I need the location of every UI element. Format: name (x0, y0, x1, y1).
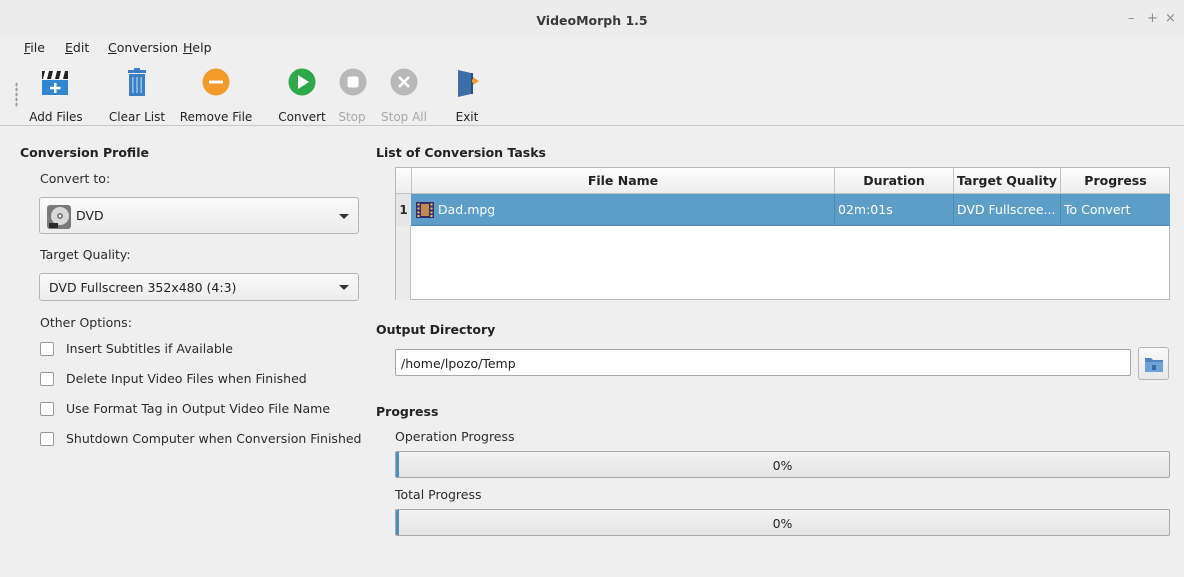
delete-input-files-label: Delete Input Video Files when Finished (66, 371, 307, 386)
operation-progress-text: 0% (772, 458, 793, 473)
browse-folder-button[interactable] (1138, 347, 1169, 380)
cell-file-name: Dad.mpg (411, 194, 834, 226)
table-row[interactable]: Dad.mpg 02m:01s DVD Fullscree... To Conv… (411, 194, 1170, 226)
folder-icon (1145, 358, 1163, 372)
output-directory-input[interactable]: /home/lpozo/Temp (395, 349, 1131, 376)
target-quality-value: DVD Fullscreen 352x480 (4:3) (49, 279, 237, 295)
tasks-title: List of Conversion Tasks (376, 145, 546, 160)
trash-icon (128, 68, 146, 96)
cell-progress: To Convert (1060, 194, 1170, 226)
menu-edit[interactable]: Edit (65, 40, 89, 55)
row-number[interactable]: 1 (396, 194, 411, 226)
cell-target-quality: DVD Fullscree... (953, 194, 1060, 226)
add-video-icon (42, 71, 68, 95)
convert-to-value: DVD (76, 208, 104, 223)
file-name-text: Dad.mpg (438, 202, 496, 217)
window-title: VideoMorph 1.5 (536, 13, 648, 28)
convert-to-label: Convert to: (40, 171, 111, 186)
checkbox-box[interactable] (40, 401, 54, 416)
chevron-down-icon (339, 213, 349, 219)
checkbox-box[interactable] (40, 341, 54, 356)
cell-duration: 02m:01s (834, 194, 953, 226)
conversion-profile-title: Conversion Profile (20, 145, 149, 160)
convert-to-combo[interactable]: DVD (39, 197, 359, 234)
insert-subtitles-checkbox[interactable]: Insert Subtitles if Available (40, 341, 233, 356)
add-files-label: Add Files (29, 110, 83, 124)
column-target-quality[interactable]: Target Quality (953, 168, 1060, 194)
tasks-table: File Name Duration Target Quality Progre… (395, 167, 1170, 300)
operation-progress-bar: 0% (395, 451, 1170, 478)
remove-file-label: Remove File (179, 110, 253, 124)
insert-subtitles-label: Insert Subtitles if Available (66, 341, 233, 356)
dvd-disc-icon (47, 205, 71, 229)
output-directory-title: Output Directory (376, 322, 496, 337)
checkbox-box[interactable] (40, 371, 54, 386)
format-tag-checkbox[interactable]: Use Format Tag in Output Video File Name (40, 401, 330, 416)
remove-icon (202, 68, 230, 96)
title-bar: VideoMorph 1.5 – + × (0, 0, 1184, 36)
menu-conversion[interactable]: Conversion (108, 40, 178, 55)
menu-bar: File Edit Conversion Help (0, 36, 1184, 58)
convert-label: Convert (278, 110, 326, 124)
operation-progress-label: Operation Progress (395, 429, 515, 444)
column-file-name[interactable]: File Name (411, 168, 834, 194)
other-options-label: Other Options: (40, 315, 132, 330)
play-icon (288, 68, 316, 96)
column-duration[interactable]: Duration (834, 168, 953, 194)
checkbox-box[interactable] (40, 431, 54, 446)
menu-file[interactable]: File (24, 40, 45, 55)
toolbar: Add Files Clear List Remove File Convert (0, 60, 1184, 126)
output-directory-value: /home/lpozo/Temp (401, 356, 516, 371)
format-tag-label: Use Format Tag in Output Video File Name (66, 401, 331, 416)
exit-door-icon (458, 70, 479, 97)
target-quality-label: Target Quality: (40, 247, 131, 262)
stop-label: Stop (338, 110, 366, 124)
column-progress[interactable]: Progress (1060, 168, 1170, 194)
toolbar-grip[interactable] (15, 82, 18, 108)
chevron-down-icon (339, 285, 349, 290)
stop-icon (339, 68, 367, 96)
total-progress-text: 0% (772, 516, 793, 531)
close-circle-icon (390, 68, 418, 96)
shutdown-computer-checkbox[interactable]: Shutdown Computer when Conversion Finish… (40, 431, 362, 446)
menu-help[interactable]: Help (183, 40, 212, 55)
progress-title: Progress (376, 404, 439, 419)
close-window-button[interactable]: × (1165, 11, 1176, 26)
tasks-table-header: File Name Duration Target Quality Progre… (396, 168, 1169, 194)
total-progress-bar: 0% (395, 509, 1170, 536)
exit-label: Exit (455, 110, 479, 124)
minimize-button[interactable]: – (1128, 11, 1135, 26)
stop-all-label: Stop All (381, 110, 427, 124)
maximize-button[interactable]: + (1147, 11, 1158, 26)
clear-list-label: Clear List (108, 110, 166, 124)
film-icon (416, 202, 434, 218)
delete-input-files-checkbox[interactable]: Delete Input Video Files when Finished (40, 371, 307, 386)
shutdown-computer-label: Shutdown Computer when Conversion Finish… (66, 431, 362, 446)
target-quality-combo[interactable]: DVD Fullscreen 352x480 (4:3) (39, 273, 359, 301)
total-progress-label: Total Progress (395, 487, 482, 502)
